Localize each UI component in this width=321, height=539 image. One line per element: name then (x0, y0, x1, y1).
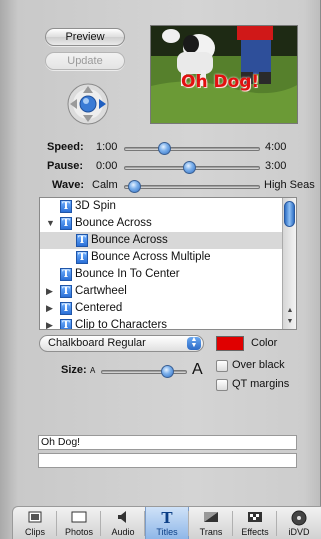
disclosure-closed-icon[interactable]: ▶ (46, 300, 56, 317)
pause-max-label: 3:00 (265, 160, 287, 172)
over-black-checkbox[interactable] (216, 360, 228, 372)
toolbar-trans-button[interactable]: Trans (189, 507, 233, 539)
wave-min-label: Calm (92, 179, 118, 191)
list-item-label: Bounce Across Multiple (91, 251, 211, 263)
toolbar-label: iDVD (288, 527, 310, 537)
toolbar-label: Effects (241, 527, 269, 537)
size-label: Size: (61, 364, 87, 376)
toolbar-idvd-button[interactable]: iDVD (277, 507, 321, 539)
pause-min-label: 0:00 (96, 160, 118, 172)
toolbar-label: Audio (111, 527, 135, 537)
over-black-label: Over black (232, 359, 285, 371)
pause-slider-row: Pause: 0:00 3:00 (0, 160, 321, 176)
bottom-toolbar: Clips Photos Audio T Titles Trans Effects iDVD (12, 506, 321, 539)
list-item-label: Bounce Across (75, 217, 152, 229)
select-arrows-icon: ▲ ▼ (187, 336, 201, 350)
list-item[interactable]: ▶ T Cartwheel (40, 283, 283, 300)
list-item-label: Clip to Characters (75, 319, 168, 330)
pause-label: Pause: (47, 160, 84, 172)
qt-margins-label: QT margins (232, 378, 290, 390)
title-style-icon: T (60, 217, 72, 230)
audio-icon (101, 510, 145, 526)
toolbar-label: Trans (199, 527, 223, 537)
list-item-label: 3D Spin (75, 200, 116, 212)
toolbar-label: Photos (64, 527, 94, 537)
disclosure-closed-icon[interactable]: ▶ (46, 283, 56, 300)
titles-list[interactable]: T 3D Spin ▼ T Bounce Across T Bounce Across T Bo… (39, 197, 297, 330)
list-item[interactable]: T Bounce Across Multiple (40, 249, 283, 266)
preview-button[interactable]: Preview (45, 28, 125, 46)
wave-knob[interactable] (127, 180, 141, 193)
title-style-icon: T (60, 268, 72, 281)
trans-icon (189, 510, 233, 526)
wave-track[interactable] (124, 185, 260, 189)
list-item[interactable]: ▼ T Bounce Across (40, 215, 283, 232)
title-style-icon: T (60, 285, 72, 298)
toolbar-label: Titles (156, 527, 178, 537)
color-swatch[interactable] (216, 336, 244, 351)
scroll-up-arrow-icon[interactable]: ▲ (285, 306, 295, 316)
disclosure-open-icon[interactable]: ▼ (46, 215, 56, 232)
list-item[interactable]: T Bounce Across (40, 232, 283, 249)
toolbar-photos-button[interactable]: Photos (57, 507, 101, 539)
clips-icon (13, 510, 57, 526)
title-style-icon: T (76, 251, 88, 264)
title-text-field-2[interactable] (38, 453, 297, 468)
toolbar-effects-button[interactable]: Effects (233, 507, 277, 539)
list-scroll-thumb[interactable] (284, 201, 295, 227)
list-item-label: Cartwheel (75, 285, 127, 297)
update-button[interactable]: Update (45, 52, 125, 70)
titles-icon: T (161, 509, 173, 527)
speed-min-label: 1:00 (96, 141, 118, 153)
list-item[interactable]: T 3D Spin (40, 198, 283, 215)
speed-track[interactable] (124, 147, 260, 151)
wave-label: Wave: (52, 179, 84, 191)
toolbar-titles-button[interactable]: T Titles (145, 507, 189, 539)
list-item[interactable]: ▶ T Centered (40, 300, 283, 317)
list-item-label: Bounce In To Center (75, 268, 180, 280)
title-style-icon: T (60, 319, 72, 329)
disclosure-closed-icon[interactable]: ▶ (46, 317, 56, 329)
idvd-icon (277, 510, 321, 526)
list-item[interactable]: T Bounce In To Center (40, 266, 283, 283)
effects-icon (233, 510, 277, 526)
scroll-down-arrow-icon[interactable]: ▼ (285, 317, 295, 327)
wave-slider-row: Wave: Calm High Seas (0, 179, 321, 195)
speed-max-label: 4:00 (265, 141, 287, 153)
titles-panel: Preview Update Oh Dog! Speed: 1:00 4:00 … (0, 0, 321, 539)
speed-knob[interactable] (158, 142, 172, 155)
qt-margins-checkbox[interactable] (216, 379, 228, 391)
size-large-glyph: A (192, 361, 203, 378)
color-label: Color (251, 337, 278, 349)
speed-label: Speed: (47, 141, 84, 153)
toolbar-clips-button[interactable]: Clips (13, 507, 57, 539)
size-slider-row: Size: A A (0, 361, 212, 380)
wave-max-label: High Seas (264, 179, 315, 191)
size-track[interactable] (101, 370, 187, 374)
toolbar-label: Clips (24, 527, 45, 537)
list-item[interactable]: ▶ T Clip to Characters (40, 317, 283, 330)
font-select[interactable]: Chalkboard Regular ▲ ▼ (39, 335, 204, 352)
size-small-glyph: A (90, 366, 96, 375)
list-item-label: Centered (75, 302, 123, 314)
direction-pad[interactable] (66, 82, 110, 126)
title-style-icon: T (60, 302, 72, 315)
toolbar-audio-button[interactable]: Audio (101, 507, 145, 539)
title-text-field-1[interactable]: Oh Dog! (38, 435, 297, 450)
title-style-icon: T (76, 234, 88, 247)
list-item-label: Bounce Across (91, 234, 168, 246)
speed-slider-row: Speed: 1:00 4:00 (0, 141, 321, 157)
size-knob[interactable] (160, 365, 174, 378)
photos-icon (57, 510, 101, 526)
title-style-icon: T (60, 200, 72, 213)
font-select-value: Chalkboard Regular (48, 337, 146, 349)
list-scrollbar[interactable]: ▲ ▼ (282, 198, 296, 329)
pause-knob[interactable] (183, 161, 197, 174)
preview-image: Oh Dog! (150, 25, 298, 124)
preview-overlay-text: Oh Dog! (181, 72, 260, 92)
